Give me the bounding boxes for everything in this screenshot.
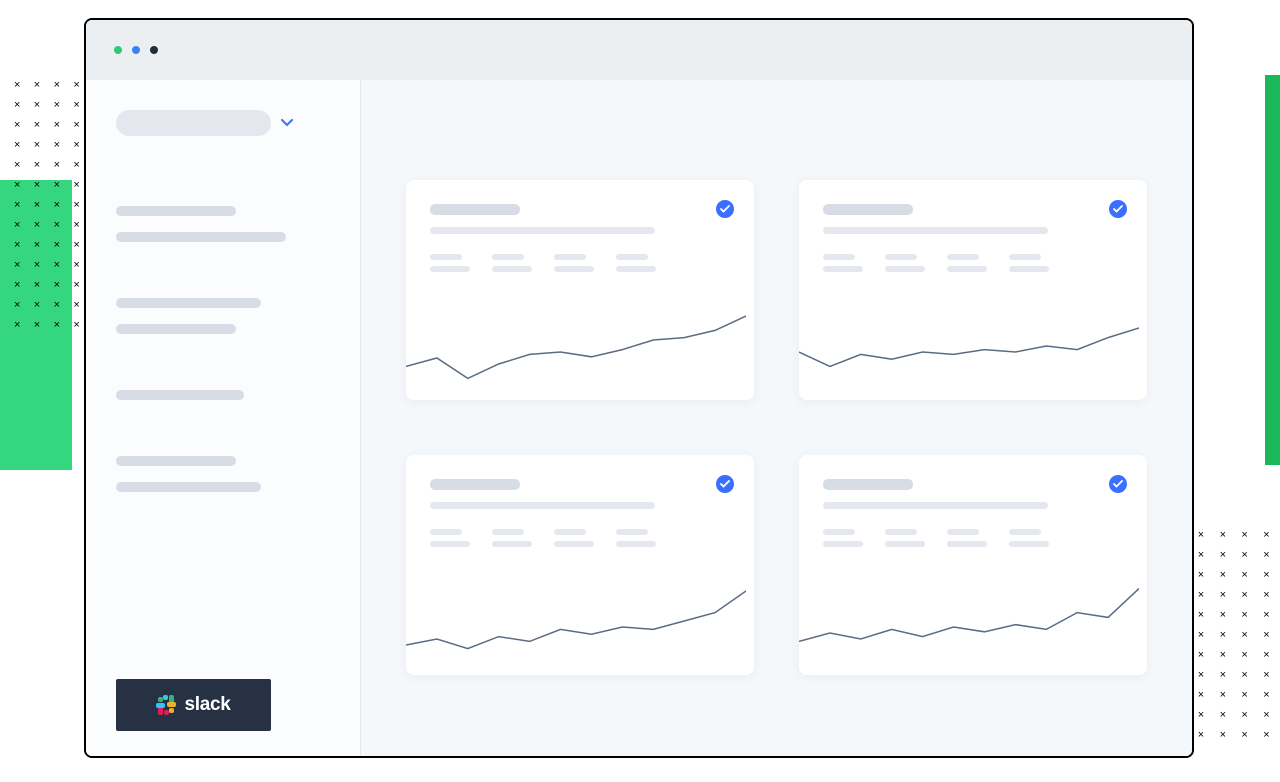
sidebar-item[interactable] xyxy=(116,456,236,466)
decor-green-right xyxy=(1265,75,1280,465)
sidebar-item[interactable] xyxy=(116,206,236,216)
window-dot xyxy=(114,46,122,54)
slack-button-label: slack xyxy=(184,694,230,716)
sparkline-chart xyxy=(406,280,746,400)
main-content xyxy=(361,80,1192,756)
window-dot xyxy=(150,46,158,54)
workspace-name-placeholder xyxy=(116,110,271,136)
metric-card[interactable] xyxy=(406,180,754,400)
sidebar-group xyxy=(116,206,335,258)
check-icon xyxy=(716,475,734,493)
sidebar: slack xyxy=(86,80,361,756)
sidebar-item[interactable] xyxy=(116,482,261,492)
sparkline-chart xyxy=(799,555,1139,675)
card-title-placeholder xyxy=(430,204,520,215)
app-window: slack xyxy=(84,18,1194,758)
chevron-down-icon xyxy=(281,116,293,130)
sparkline-chart xyxy=(406,555,746,675)
check-icon xyxy=(1109,475,1127,493)
sidebar-group xyxy=(116,298,335,350)
sidebar-item[interactable] xyxy=(116,390,244,400)
card-title-placeholder xyxy=(823,479,913,490)
metric-card[interactable] xyxy=(799,455,1147,675)
card-title-placeholder xyxy=(823,204,913,215)
sidebar-item[interactable] xyxy=(116,298,261,308)
sparkline-chart xyxy=(799,280,1139,400)
slack-integration-button[interactable]: slack xyxy=(116,679,271,731)
card-subtitle-placeholder xyxy=(430,502,655,509)
card-title-placeholder xyxy=(430,479,520,490)
sidebar-group xyxy=(116,456,335,508)
sidebar-item[interactable] xyxy=(116,324,236,334)
metric-card[interactable] xyxy=(406,455,754,675)
card-subtitle-placeholder xyxy=(430,227,655,234)
workspace-switcher[interactable] xyxy=(116,110,335,136)
card-subtitle-placeholder xyxy=(823,227,1048,234)
card-subtitle-placeholder xyxy=(823,502,1048,509)
sidebar-group xyxy=(116,390,335,416)
check-icon xyxy=(1109,200,1127,218)
slack-icon xyxy=(156,695,176,715)
window-titlebar xyxy=(86,20,1192,80)
sidebar-item[interactable] xyxy=(116,232,286,242)
check-icon xyxy=(716,200,734,218)
window-dot xyxy=(132,46,140,54)
metric-card[interactable] xyxy=(799,180,1147,400)
